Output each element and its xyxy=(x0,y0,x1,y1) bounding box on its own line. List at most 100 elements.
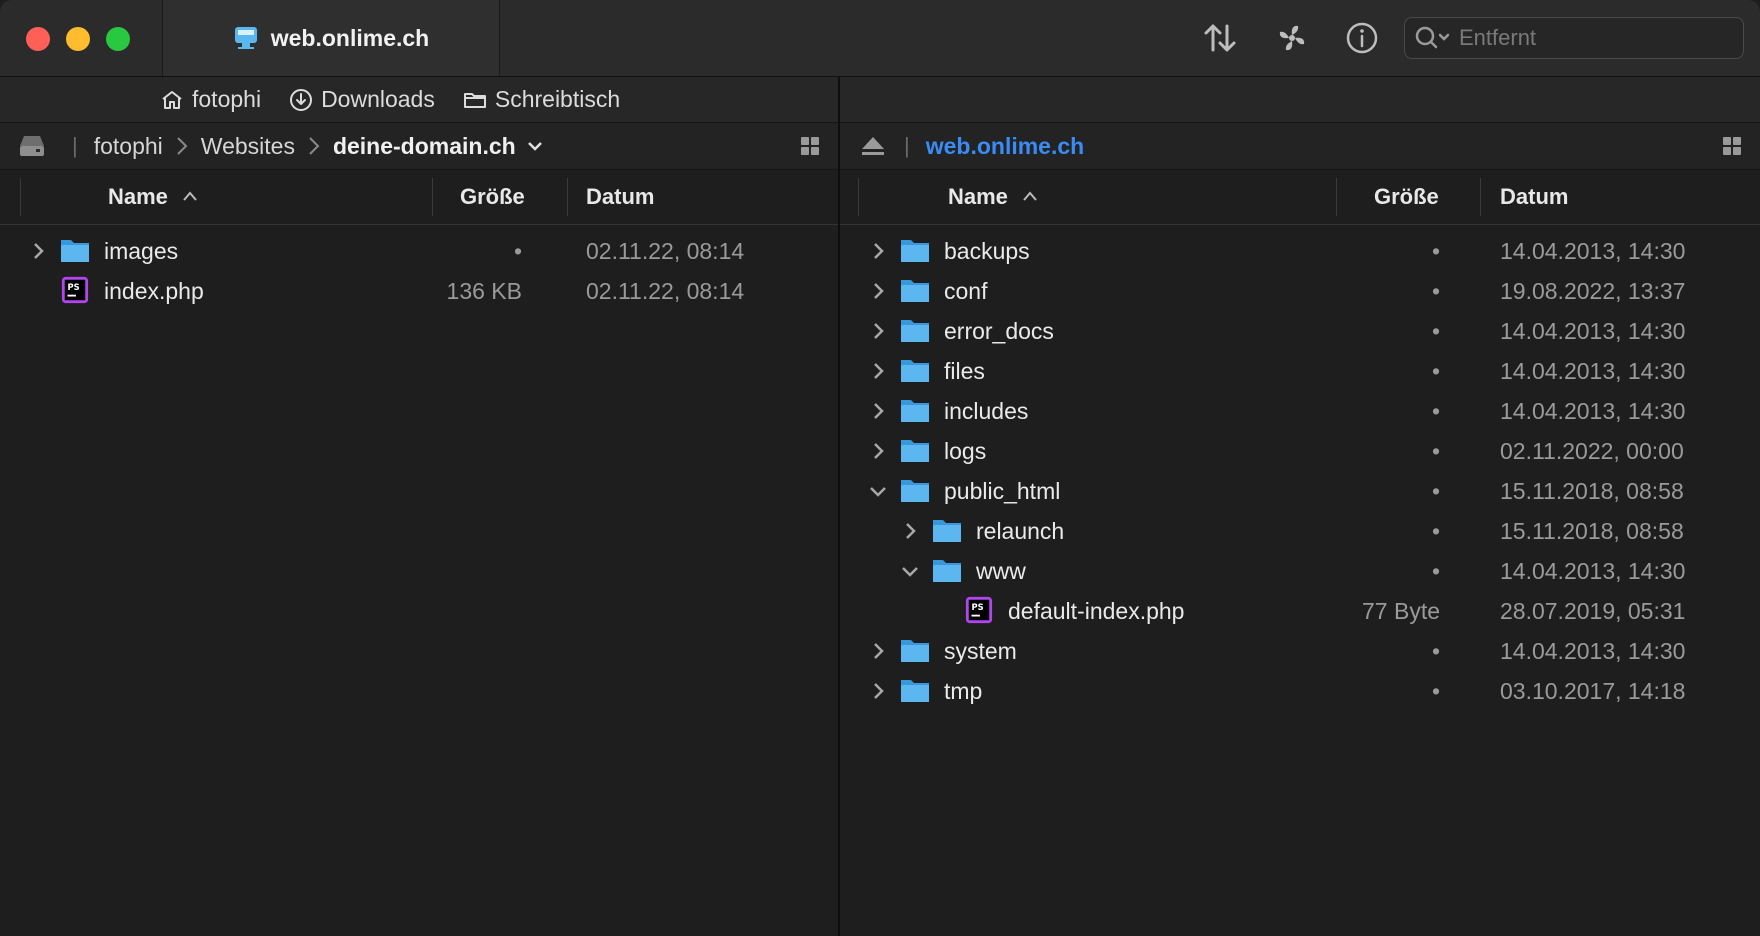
file-date: 14.04.2013, 14:30 xyxy=(1500,398,1686,424)
file-size: • xyxy=(1431,518,1440,544)
chevron-down-icon[interactable] xyxy=(898,559,922,583)
list-item[interactable]: PS default-index.php 77 Byte 28.07.2019, 05… xyxy=(840,591,1760,631)
disclosure-chevron-icon[interactable] xyxy=(866,679,890,703)
search-field[interactable] xyxy=(1404,17,1744,59)
list-item[interactable]: public_html • 15.11.2018, 08:58 xyxy=(840,471,1760,511)
file-date: 15.11.2018, 08:58 xyxy=(1500,478,1684,504)
svg-text:PS: PS xyxy=(972,602,984,612)
column-size[interactable]: Größe xyxy=(1374,184,1439,210)
file-name: public_html xyxy=(944,478,1061,504)
folder-icon xyxy=(901,240,929,262)
favorite-desktop[interactable]: Schreibtisch xyxy=(463,86,620,113)
path-divider: | xyxy=(904,133,910,158)
minimize-button[interactable] xyxy=(66,27,90,51)
disclosure-chevron-icon[interactable] xyxy=(866,319,890,343)
file-name: files xyxy=(944,358,985,384)
column-name[interactable]: Name xyxy=(108,184,168,210)
disclosure-chevron-icon[interactable] xyxy=(866,439,890,463)
local-pane: fotophi Downloads Schreibtisch | fotophi… xyxy=(0,77,838,936)
column-date[interactable]: Datum xyxy=(1500,184,1568,210)
remote-path[interactable]: web.onlime.ch xyxy=(926,133,1084,160)
tab-title: web.onlime.ch xyxy=(270,24,430,51)
file-date: 02.11.22, 08:14 xyxy=(586,238,745,264)
transfer-button[interactable] xyxy=(1200,18,1240,58)
window-controls xyxy=(26,27,130,51)
folder-icon xyxy=(61,240,89,262)
disclosure-chevron-icon[interactable] xyxy=(866,399,890,423)
list-item[interactable]: error_docs • 14.04.2013, 14:30 xyxy=(840,311,1760,351)
chevron-down-icon[interactable] xyxy=(526,139,544,153)
list-item[interactable]: images • 02.11.22, 08:14 xyxy=(0,231,838,271)
favorite-home[interactable]: fotophi xyxy=(160,86,261,113)
folder-icon xyxy=(901,680,929,702)
disclosure-chevron-icon[interactable] xyxy=(866,279,890,303)
list-item[interactable]: conf • 19.08.2022, 13:37 xyxy=(840,271,1760,311)
list-item[interactable]: www • 14.04.2013, 14:30 xyxy=(840,551,1760,591)
file-name: backups xyxy=(944,238,1030,264)
app-window: web.onlime.ch Entfernt fotophi Downloads… xyxy=(0,0,1760,936)
column-date[interactable]: Datum xyxy=(586,184,654,210)
disclosure-chevron-icon[interactable] xyxy=(866,239,890,263)
list-item[interactable]: logs • 02.11.2022, 00:00 xyxy=(840,431,1760,471)
column-separator xyxy=(1480,178,1481,216)
file-name: default-index.php xyxy=(1008,598,1185,624)
disk-icon[interactable] xyxy=(18,134,46,158)
folder-icon xyxy=(901,280,929,302)
disclosure-chevron-icon[interactable] xyxy=(26,239,50,263)
file-name: images xyxy=(104,238,179,264)
file-size: • xyxy=(1431,678,1440,704)
folder-icon xyxy=(933,560,961,582)
list-item[interactable]: includes • 14.04.2013, 14:30 xyxy=(840,391,1760,431)
column-size[interactable]: Größe xyxy=(460,184,525,210)
breadcrumb-fotophi[interactable]: fotophi xyxy=(94,133,163,160)
breadcrumb-websites[interactable]: Websites xyxy=(201,133,295,160)
favorites-bar: fotophi Downloads Schreibtisch xyxy=(0,77,838,123)
folder-icon xyxy=(901,640,929,662)
file-size: • xyxy=(1431,398,1440,424)
column-header: Name Größe Datum xyxy=(0,170,838,225)
search-icon xyxy=(1415,26,1450,49)
breadcrumb-current[interactable]: deine-domain.ch xyxy=(333,133,516,160)
file-size: 136 KB xyxy=(446,278,522,304)
list-item[interactable]: tmp • 03.10.2017, 14:18 xyxy=(840,671,1760,711)
disclosure-chevron-icon[interactable] xyxy=(898,519,922,543)
file-size: • xyxy=(1431,438,1440,464)
column-name[interactable]: Name xyxy=(948,184,1008,210)
eject-icon[interactable] xyxy=(860,135,886,157)
list-item[interactable]: backups • 14.04.2013, 14:30 xyxy=(840,231,1760,271)
list-item[interactable]: files • 14.04.2013, 14:30 xyxy=(840,351,1760,391)
list-item[interactable]: system • 14.04.2013, 14:30 xyxy=(840,631,1760,671)
folder-icon xyxy=(901,360,929,382)
column-separator xyxy=(567,178,568,216)
file-size: • xyxy=(1431,318,1440,344)
phpstorm-file-icon: PS xyxy=(61,276,89,304)
file-name: www xyxy=(976,558,1026,584)
file-date: 14.04.2013, 14:30 xyxy=(1500,318,1686,344)
file-name: index.php xyxy=(104,278,204,304)
favorite-downloads[interactable]: Downloads xyxy=(289,86,435,113)
tab-connection[interactable]: web.onlime.ch xyxy=(162,0,500,76)
grid-view-icon[interactable] xyxy=(800,136,820,156)
title-bar: web.onlime.ch xyxy=(0,0,1760,77)
file-name: system xyxy=(944,638,1017,664)
favorite-downloads-label: Downloads xyxy=(321,86,435,112)
search-input[interactable] xyxy=(1457,24,1721,52)
chevron-down-icon[interactable] xyxy=(866,479,890,503)
grid-view-icon[interactable] xyxy=(1722,136,1742,156)
download-icon xyxy=(290,88,313,111)
disclosure-chevron-icon[interactable] xyxy=(866,359,890,383)
list-item[interactable]: relaunch • 15.11.2018, 08:58 xyxy=(840,511,1760,551)
list-item[interactable]: PS index.php 136 KB 02.11.22, 08:14 xyxy=(0,271,838,311)
phpstorm-file-icon: PS xyxy=(965,596,993,624)
path-bar-remote: | web.onlime.ch xyxy=(840,123,1760,170)
disclosure-chevron-icon[interactable] xyxy=(866,639,890,663)
activity-button[interactable] xyxy=(1272,18,1312,58)
close-button[interactable] xyxy=(26,27,50,51)
activity-fan-icon xyxy=(1279,25,1305,51)
info-button[interactable] xyxy=(1342,18,1382,58)
file-name: conf xyxy=(944,278,988,304)
zoom-button[interactable] xyxy=(106,27,130,51)
column-separator xyxy=(432,178,433,216)
file-date: 14.04.2013, 14:30 xyxy=(1500,638,1686,664)
home-icon xyxy=(162,90,182,109)
